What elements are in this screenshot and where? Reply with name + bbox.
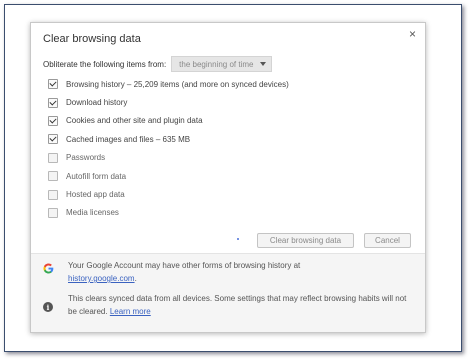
time-period-row: Obliterate the following items from: the… bbox=[43, 56, 273, 72]
option-label: Hosted app data bbox=[66, 190, 125, 200]
clear-browsing-data-button[interactable]: Clear browsing data bbox=[257, 233, 354, 248]
cookies-checkbox[interactable] bbox=[48, 115, 58, 126]
chevron-down-icon bbox=[260, 62, 267, 66]
account-text: Your Google Account may have other forms… bbox=[68, 261, 301, 270]
option-download-history[interactable]: Download history bbox=[48, 93, 289, 111]
download-history-checkbox[interactable] bbox=[48, 97, 58, 108]
dialog-footer: Your Google Account may have other forms… bbox=[31, 253, 425, 332]
time-period-dropdown[interactable]: the beginning of time bbox=[171, 56, 273, 72]
cancel-button[interactable]: Cancel bbox=[364, 233, 411, 248]
loading-spinner-icon bbox=[237, 238, 239, 240]
google-account-notice: Your Google Account may have other forms… bbox=[31, 254, 425, 290]
option-label: Cached images and files – 635 MB bbox=[66, 134, 191, 144]
cached-images-checkbox[interactable] bbox=[48, 134, 58, 145]
option-label: Download history bbox=[66, 98, 128, 108]
learn-more-link[interactable]: Learn more bbox=[110, 307, 151, 316]
option-label: Browsing history – 25,209 items (and mor… bbox=[66, 79, 289, 89]
sync-notice: i This clears synced data from all devic… bbox=[31, 290, 425, 330]
info-icon: i bbox=[43, 302, 53, 312]
data-type-options: Browsing history – 25,209 items (and mor… bbox=[48, 75, 289, 222]
account-suffix: . bbox=[134, 274, 137, 283]
sync-notice-text: This clears synced data from all devices… bbox=[68, 292, 413, 318]
time-period-label: Obliterate the following items from: bbox=[43, 59, 167, 69]
history-google-link[interactable]: history.google.com bbox=[68, 274, 135, 283]
passwords-checkbox[interactable] bbox=[48, 152, 58, 163]
option-media-licenses[interactable]: Media licenses bbox=[48, 204, 289, 222]
google-g-icon bbox=[43, 263, 54, 274]
option-browsing-history[interactable]: Browsing history – 25,209 items (and mor… bbox=[48, 75, 289, 93]
option-autofill[interactable]: Autofill form data bbox=[48, 167, 289, 185]
account-notice-text: Your Google Account may have other forms… bbox=[68, 259, 413, 285]
option-cookies[interactable]: Cookies and other site and plugin data bbox=[48, 112, 289, 130]
dialog-title: Clear browsing data bbox=[43, 33, 141, 45]
option-label: Media licenses bbox=[66, 208, 119, 218]
clear-browsing-data-dialog: Clear browsing data × Obliterate the fol… bbox=[30, 22, 426, 333]
option-label: Autofill form data bbox=[66, 171, 127, 181]
autofill-checkbox[interactable] bbox=[48, 171, 58, 182]
media-licenses-checkbox[interactable] bbox=[48, 207, 58, 218]
option-hosted-app-data[interactable]: Hosted app data bbox=[48, 185, 289, 203]
time-period-selected: the beginning of time bbox=[179, 59, 254, 69]
browsing-history-checkbox[interactable] bbox=[48, 79, 58, 90]
hosted-app-data-checkbox[interactable] bbox=[48, 189, 58, 200]
option-passwords[interactable]: Passwords bbox=[48, 149, 289, 167]
option-cached-images[interactable]: Cached images and files – 635 MB bbox=[48, 130, 289, 148]
option-label: Cookies and other site and plugin data bbox=[66, 116, 203, 126]
close-icon[interactable]: × bbox=[409, 28, 416, 40]
option-label: Passwords bbox=[66, 153, 106, 163]
